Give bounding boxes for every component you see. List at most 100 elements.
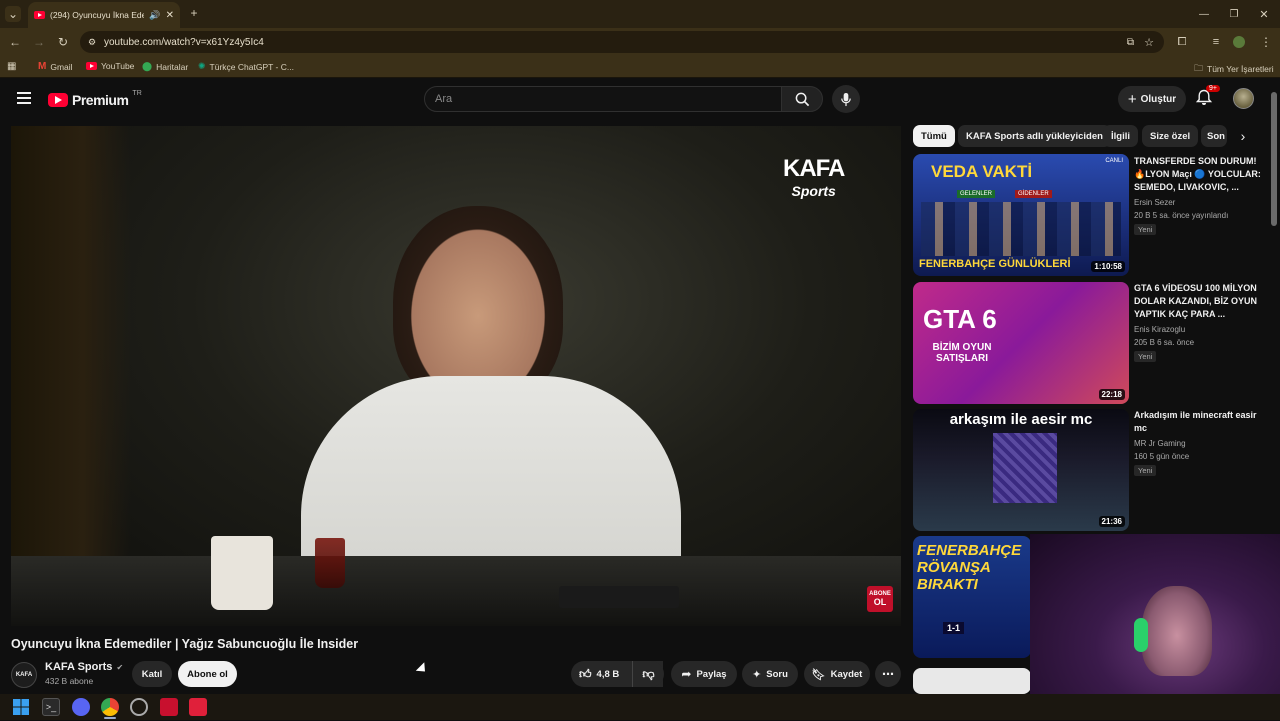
restore-icon[interactable]: ❐ bbox=[1226, 6, 1242, 22]
thumbs-up-icon: 👍︎ bbox=[579, 666, 592, 681]
curtain-backdrop bbox=[11, 126, 131, 626]
bookmark-youtube[interactable]: YouTube bbox=[86, 61, 134, 71]
recommendation-thumbnail-1[interactable]: VEDA VAKTİ GELENLER GİDENLER CANLI FENER… bbox=[913, 154, 1129, 276]
subscribe-overlay-badge[interactable]: ABONE OL bbox=[867, 586, 893, 612]
youtube-premium-logo[interactable]: Premium TR bbox=[48, 90, 142, 108]
recommendation-thumbnail-5[interactable] bbox=[913, 668, 1031, 694]
chip-related[interactable]: İlgili bbox=[1103, 125, 1138, 147]
notification-count-badge: 9+ bbox=[1206, 85, 1220, 92]
new-badge-3: Yeni bbox=[1134, 465, 1157, 476]
url-text: youtube.com/watch?v=x61Yz4y5Ic4 bbox=[104, 36, 264, 48]
youtube-favicon-icon bbox=[34, 11, 45, 19]
save-button[interactable]: 🔖︎ Kaydet bbox=[804, 661, 870, 687]
site-info-icon[interactable]: ⚙ bbox=[88, 37, 96, 48]
forward-icon[interactable]: → bbox=[31, 34, 47, 50]
obs-icon[interactable] bbox=[130, 698, 148, 716]
active-app-indicator bbox=[104, 717, 116, 719]
headset-earcup bbox=[1134, 618, 1148, 652]
tab-close-icon[interactable]: ✕ bbox=[166, 10, 174, 21]
bookmarks-bar: ▦ M Gmail YouTube ⬤ Haritalar ✺ Türkçe C… bbox=[0, 56, 1280, 78]
discord-icon[interactable] bbox=[72, 698, 90, 716]
recommendation-channel-2[interactable]: Enis Kirazoglu bbox=[1134, 323, 1185, 336]
join-button[interactable]: Katıl bbox=[132, 661, 172, 687]
back-icon[interactable]: ← bbox=[7, 34, 23, 50]
channel-name[interactable]: KAFA Sports ✔ bbox=[45, 661, 123, 673]
create-button[interactable]: + Oluştur bbox=[1118, 86, 1186, 112]
ask-button[interactable]: ✦ Soru bbox=[742, 661, 798, 687]
search-icon bbox=[795, 92, 809, 106]
maps-pin-icon: ⬤ bbox=[142, 61, 153, 71]
microphone-icon bbox=[841, 92, 851, 106]
chip-for-you[interactable]: Size özel bbox=[1142, 125, 1199, 147]
chrome-menu-icon[interactable]: ⋮ bbox=[1258, 34, 1274, 50]
subscriber-count: 432 B abone bbox=[45, 676, 94, 686]
youtube-logo-icon bbox=[48, 93, 68, 107]
new-badge-1: Yeni bbox=[1134, 224, 1157, 235]
windows-taskbar: >_ bbox=[0, 694, 1280, 720]
kafa-sports-watermark: KAFA Sports bbox=[783, 155, 845, 200]
recommendation-channel-1[interactable]: Ersin Sezer bbox=[1134, 196, 1175, 209]
subscribe-button[interactable]: Abone ol bbox=[178, 661, 237, 687]
chrome-icon[interactable] bbox=[101, 698, 119, 716]
recommendation-title-2[interactable]: GTA 6 VİDEOSU 100 MİLYON DOLAR KAZANDI, … bbox=[1134, 282, 1268, 321]
chip-all[interactable]: Tümü bbox=[913, 125, 955, 147]
bookmark-star-icon[interactable]: ☆ bbox=[1144, 36, 1154, 49]
recommendation-meta-3: 160 5 gün önce bbox=[1134, 452, 1190, 461]
recommendation-thumbnail-4[interactable]: FENERBAHÇE RÖVANŞA BIRAKTI 1-1 bbox=[913, 536, 1031, 658]
chip-from-uploader[interactable]: KAFA Sports adlı yükleyiciden bbox=[958, 125, 1111, 147]
user-avatar[interactable] bbox=[1233, 88, 1254, 109]
hamburger-menu-icon[interactable] bbox=[17, 92, 31, 104]
recommendation-channel-3[interactable]: MR Jr Gaming bbox=[1134, 437, 1186, 450]
recommendation-thumbnail-2[interactable]: GTA 6 BİZİM OYUN SATIŞLARI 22:18 bbox=[913, 282, 1129, 404]
page-scrollbar[interactable] bbox=[1271, 92, 1277, 226]
recommendation-thumbnail-3[interactable]: arkaşım ile aesir mc 21:36 bbox=[913, 409, 1129, 531]
search-input[interactable]: Ara bbox=[424, 86, 782, 112]
recommendation-title-1[interactable]: TRANSFERDE SON DURUM! 🔥LYON Maçı 🔵 YOLCU… bbox=[1134, 155, 1268, 194]
windows-start-icon[interactable] bbox=[12, 698, 30, 716]
all-bookmarks[interactable]: 🗀 Tüm Yer İşaretleri bbox=[1194, 61, 1274, 77]
chip-recent[interactable]: Son bbox=[1201, 125, 1227, 147]
notifications-button[interactable]: 9+ bbox=[1195, 85, 1220, 111]
mug bbox=[211, 536, 273, 610]
profile-avatar-icon[interactable] bbox=[1233, 36, 1245, 48]
reload-icon[interactable]: ↻ bbox=[55, 34, 71, 50]
chips-next-arrow-icon[interactable]: › bbox=[1230, 125, 1256, 147]
thumbs-down-icon: 👎︎ bbox=[642, 666, 655, 681]
verified-icon: ✔ bbox=[116, 662, 124, 672]
address-bar[interactable]: ⚙ youtube.com/watch?v=x61Yz4y5Ic4 ⧉ ☆ bbox=[80, 31, 1164, 53]
bookmark-gmail[interactable]: M Gmail bbox=[38, 61, 73, 72]
notebook bbox=[559, 586, 679, 608]
minimize-icon[interactable]: — bbox=[1196, 6, 1212, 22]
more-actions-button[interactable]: ⋯ bbox=[875, 661, 901, 687]
search-button[interactable] bbox=[781, 86, 823, 112]
browser-tab-active[interactable]: (294) Oyuncuyu İkna Edem 🔊 ✕ bbox=[28, 2, 180, 28]
sparkle-icon: ✦ bbox=[752, 668, 762, 681]
cast-icon[interactable]: ⧉ bbox=[1127, 37, 1134, 48]
extensions-icon[interactable]: ⧠ bbox=[1174, 34, 1190, 50]
voice-search-button[interactable] bbox=[832, 85, 860, 113]
dislike-button[interactable]: 👎︎ bbox=[632, 661, 664, 687]
plus-icon: + bbox=[1127, 90, 1137, 108]
share-button[interactable]: ➦ Paylaş bbox=[671, 661, 737, 687]
channel-avatar[interactable]: KAFA bbox=[11, 662, 37, 688]
new-badge-2: Yeni bbox=[1134, 351, 1157, 362]
bookmark-chatgpt[interactable]: ✺ Türkçe ChatGPT - C... bbox=[198, 61, 294, 72]
browser-tab-bar: ⌄ (294) Oyuncuyu İkna Edem 🔊 ✕ + — ❐ ✕ bbox=[0, 0, 1280, 28]
youtube-page: Premium TR Ara + Oluştur 9+ KAFA Sports bbox=[0, 78, 1280, 694]
terminal-icon[interactable]: >_ bbox=[42, 698, 60, 716]
app-red-icon[interactable] bbox=[160, 698, 178, 716]
players-collage bbox=[921, 202, 1121, 256]
video-player[interactable]: KAFA Sports ABONE OL bbox=[11, 126, 901, 626]
valorant-icon[interactable] bbox=[189, 698, 207, 716]
speaker-icon[interactable]: 🔊 bbox=[149, 10, 160, 21]
bookmark-maps[interactable]: ⬤ Haritalar bbox=[142, 61, 188, 72]
new-tab-icon[interactable]: + bbox=[186, 5, 202, 21]
close-window-icon[interactable]: ✕ bbox=[1256, 6, 1272, 22]
reading-list-icon[interactable]: ≡ bbox=[1208, 34, 1224, 50]
apps-grid-icon[interactable]: ▦ bbox=[7, 61, 16, 72]
streamer-head bbox=[1142, 586, 1212, 676]
video-title: Oyuncuyu İkna Edemediler | Yağız Sabuncu… bbox=[11, 637, 359, 651]
tab-search-icon[interactable]: ⌄ bbox=[5, 6, 21, 22]
recommendation-title-3[interactable]: Arkadışım ile minecraft easir mc bbox=[1134, 409, 1268, 435]
folder-icon: 🗀 bbox=[1194, 63, 1204, 73]
